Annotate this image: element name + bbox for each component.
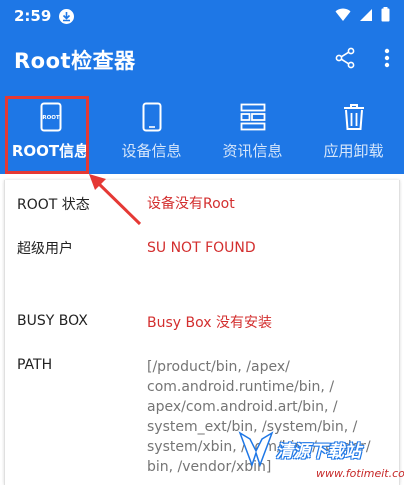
- more-vert-icon[interactable]: [384, 48, 390, 72]
- row-value: SU NOT FOUND: [147, 240, 256, 256]
- watermark: 清源下载站 www.fotimeit.com: [232, 425, 404, 485]
- tab-device-info[interactable]: 设备信息: [101, 88, 202, 174]
- wifi-icon: [335, 7, 351, 26]
- app-title: Root检查器: [14, 49, 136, 73]
- status-time: 2:59: [14, 7, 52, 25]
- row-key: 超级用户: [17, 241, 73, 257]
- watermark-logo-icon: [238, 431, 274, 468]
- download-icon: [59, 8, 75, 24]
- info-layout-icon: [240, 100, 266, 134]
- share-icon[interactable]: [334, 47, 356, 73]
- row-value: 设备没有Root: [147, 196, 235, 212]
- app-bar: Root检查器: [0, 32, 404, 88]
- row-root-status: ROOT 状态 设备没有Root: [17, 194, 387, 214]
- watermark-text: 清源下载站: [276, 442, 361, 462]
- tab-label: 应用卸载: [323, 142, 384, 160]
- row-key: PATH: [17, 357, 53, 373]
- status-icons: [335, 6, 390, 26]
- trash-icon: [342, 100, 366, 134]
- row-busybox: BUSY BOX Busy Box 没有安装: [17, 313, 387, 333]
- battery-icon: [381, 6, 390, 26]
- tab-label: 设备信息: [121, 142, 182, 160]
- status-bar: 2:59: [0, 0, 404, 32]
- row-key: BUSY BOX: [17, 313, 88, 329]
- highlight-box: [5, 96, 89, 174]
- tab-news-info[interactable]: 资讯信息: [202, 88, 303, 174]
- watermark-url: www.fotimeit.com: [316, 467, 404, 480]
- phone-icon: [142, 100, 162, 134]
- row-superuser: 超级用户 SU NOT FOUND: [17, 238, 387, 258]
- row-value: Busy Box 没有安装: [147, 315, 272, 331]
- tab-app-uninstall[interactable]: 应用卸载: [303, 88, 404, 174]
- row-key: ROOT 状态: [17, 197, 90, 213]
- signal-icon: [359, 7, 373, 26]
- tab-label: 资讯信息: [222, 142, 283, 160]
